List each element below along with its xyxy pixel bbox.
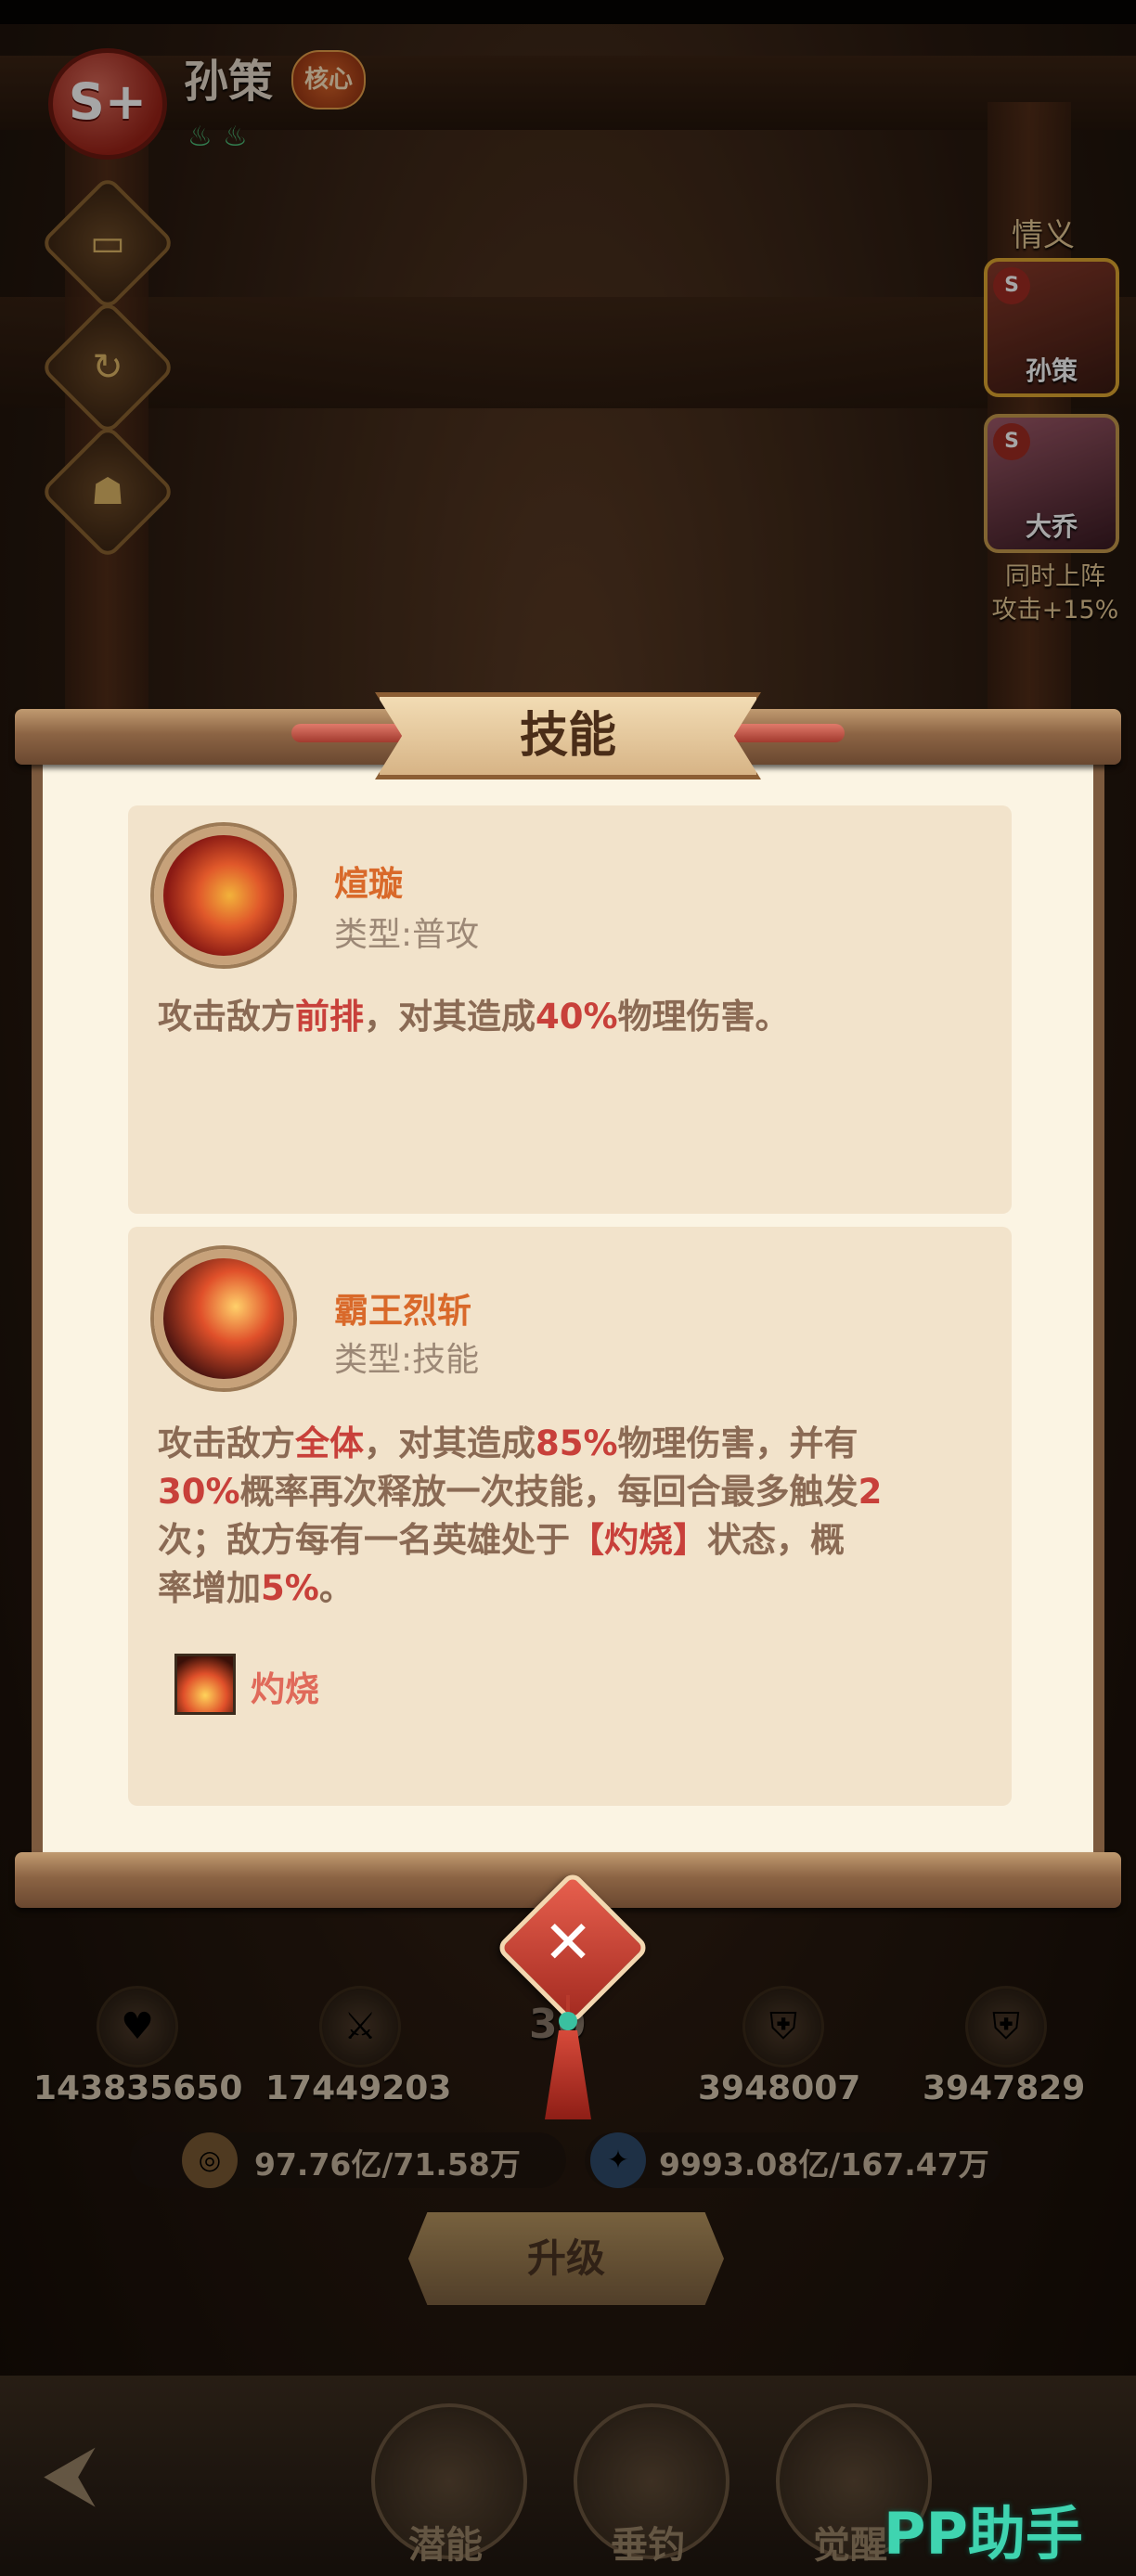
skill-name: 霸王烈斩: [334, 1291, 471, 1331]
desc-highlight: 【灼烧】: [570, 1520, 707, 1560]
desc-highlight: 2: [858, 1472, 883, 1512]
skill-type: 类型:技能: [334, 1341, 480, 1379]
desc-line: 率增加5%。: [158, 1565, 882, 1613]
burn-status-icon[interactable]: [174, 1654, 236, 1715]
close-icon[interactable]: ✕: [518, 1893, 618, 1993]
desc-text: 次；敌方每有一名英雄处于: [158, 1520, 570, 1560]
desc-text: 物理伤害，并有: [617, 1423, 858, 1463]
desc-text: ，对其造成: [364, 997, 536, 1037]
watermark: PP助手: [884, 2500, 1083, 2568]
desc-text: 状态，概: [707, 1520, 845, 1560]
desc-highlight: 85%: [536, 1423, 618, 1463]
dialog-title: 技能: [375, 692, 761, 779]
desc-line: 30%概率再次释放一次技能，每回合最多触发2: [158, 1468, 882, 1516]
desc-text: 物理伤害。: [617, 997, 790, 1037]
desc-text: 率增加: [158, 1568, 261, 1608]
desc-text: ，对其造成: [364, 1423, 536, 1463]
desc-highlight: 前排: [295, 997, 364, 1037]
desc-text: 概率再次释放一次技能，每回合最多触发: [239, 1472, 858, 1512]
skill-icon: [154, 826, 293, 965]
desc-text: 。: [318, 1568, 354, 1608]
desc-highlight: 40%: [536, 997, 618, 1037]
knot-bead: [559, 2012, 577, 2030]
desc-text: 攻击敌方: [158, 1423, 295, 1463]
desc-highlight: 全体: [295, 1423, 364, 1463]
scroll-peg: [291, 724, 412, 742]
desc-text: 攻击敌方: [158, 997, 295, 1037]
desc-line: 次；敌方每有一名英雄处于【灼烧】状态，概: [158, 1516, 882, 1565]
desc-line: 攻击敌方全体，对其造成85%物理伤害，并有: [158, 1420, 882, 1468]
desc-highlight: 5%: [261, 1568, 319, 1608]
skill-description: 攻击敌方前排，对其造成40%物理伤害。: [158, 993, 790, 1041]
desc-highlight: 30%: [158, 1472, 240, 1512]
skill-type: 类型:普攻: [334, 916, 480, 954]
skill-icon: [154, 1249, 293, 1388]
skill-description: 攻击敌方全体，对其造成85%物理伤害，并有 30%概率再次释放一次技能，每回合最…: [158, 1420, 882, 1613]
burn-status-name[interactable]: 灼烧: [251, 1661, 319, 1711]
skill-name: 煊璇: [334, 864, 403, 904]
scroll-peg: [724, 724, 845, 742]
